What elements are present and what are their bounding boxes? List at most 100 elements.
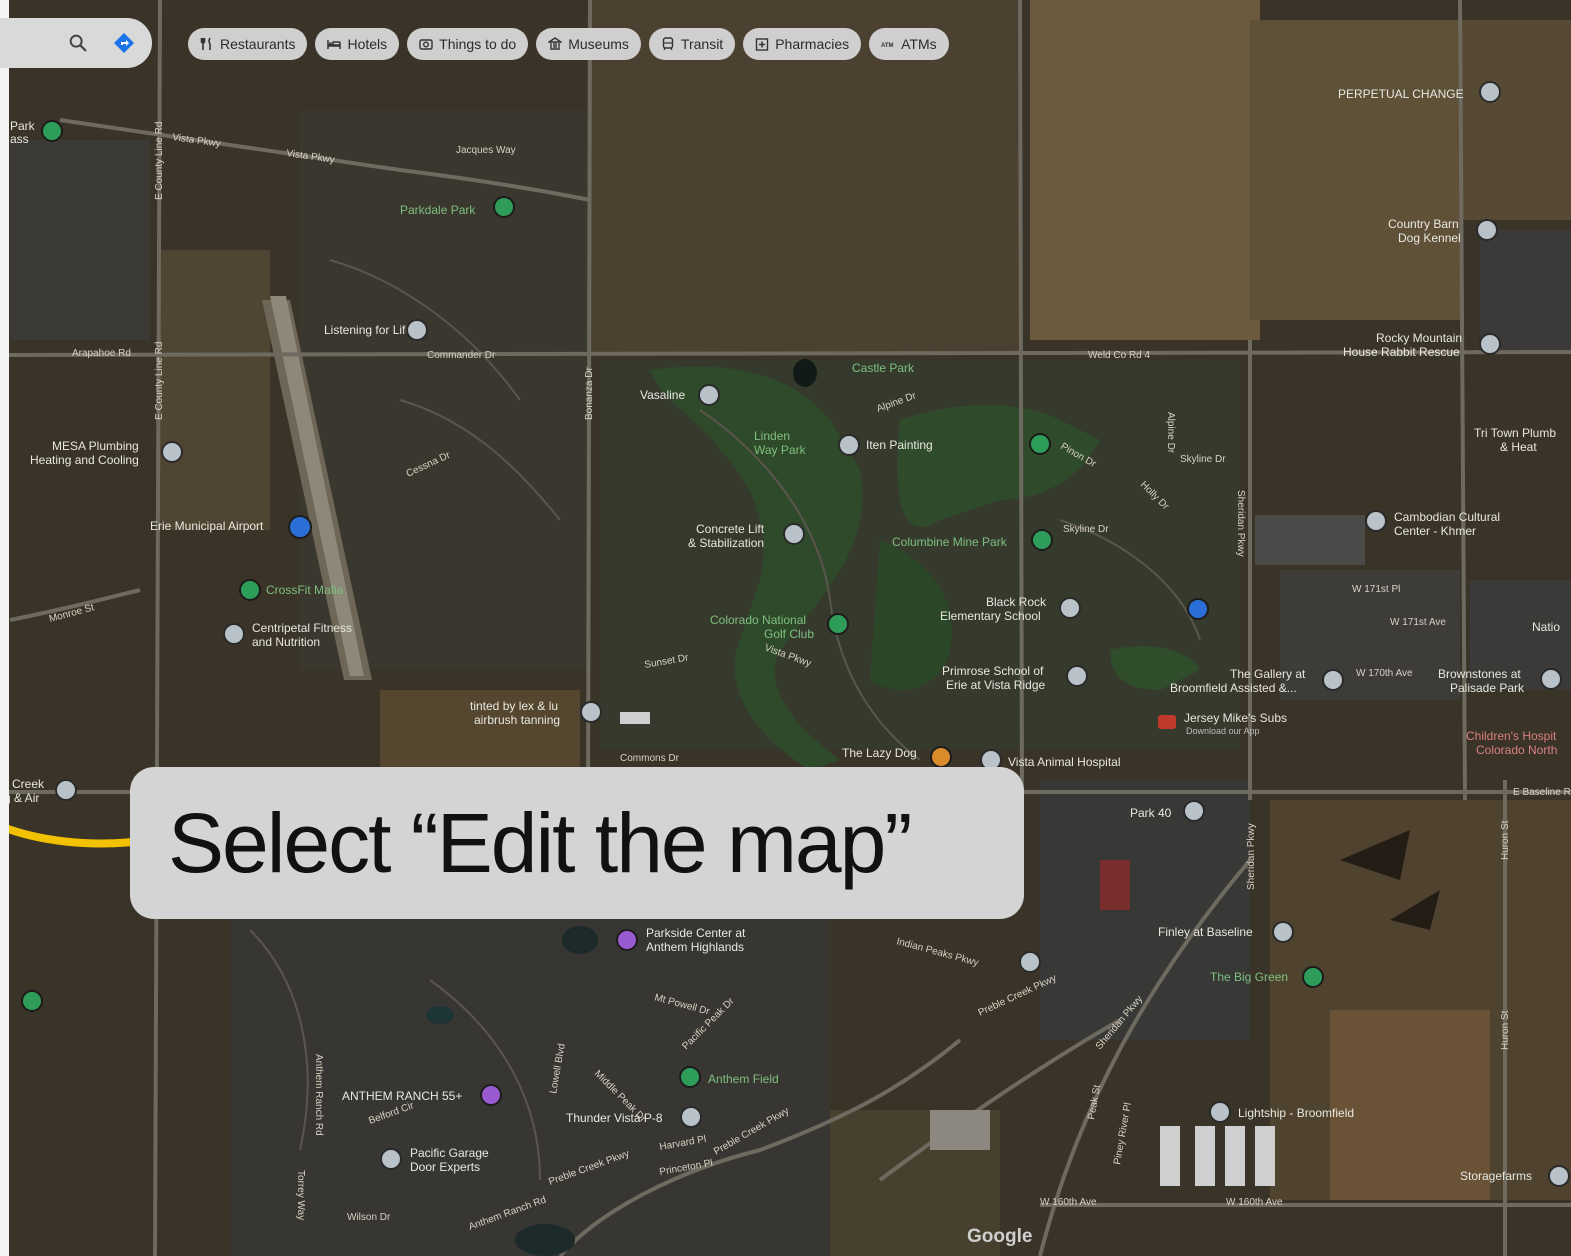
svg-text:g & Air: g & Air xyxy=(4,791,39,805)
svg-text:Sheridan Pkwy: Sheridan Pkwy xyxy=(1235,490,1246,557)
google-attribution: Google xyxy=(967,1226,1033,1247)
search-icon[interactable] xyxy=(66,31,90,55)
chip-museums[interactable]: Museums xyxy=(536,28,641,60)
svg-text:Skyline Dr: Skyline Dr xyxy=(1063,524,1109,535)
svg-text:Sheridan Pkwy: Sheridan Pkwy xyxy=(1246,823,1257,890)
svg-text:Vasaline: Vasaline xyxy=(640,388,685,402)
svg-text:Tri Town Plumb: Tri Town Plumb xyxy=(1474,426,1556,440)
svg-text:Country Barn: Country Barn xyxy=(1388,217,1459,231)
svg-text:and Nutrition: and Nutrition xyxy=(252,635,320,649)
svg-text:Storagefarms: Storagefarms xyxy=(1460,1169,1532,1183)
page-frame xyxy=(0,0,9,1256)
directions-icon[interactable] xyxy=(112,31,136,55)
svg-text:Golf Club: Golf Club xyxy=(764,627,814,641)
svg-text:Listening for Life: Listening for Life xyxy=(324,323,412,337)
svg-text:Finley at Baseline: Finley at Baseline xyxy=(1158,925,1253,939)
svg-text:W 160th Ave: W 160th Ave xyxy=(1040,1197,1097,1208)
svg-text:Arapahoe Rd: Arapahoe Rd xyxy=(72,348,131,359)
svg-text:E County Line Rd: E County Line Rd xyxy=(154,342,165,420)
atm-icon: ATM xyxy=(881,43,894,49)
svg-text:Door Experts: Door Experts xyxy=(410,1160,480,1174)
svg-text:ATM: ATM xyxy=(881,43,894,49)
bed-icon xyxy=(327,40,342,49)
svg-text:Weld Co Rd 4: Weld Co Rd 4 xyxy=(1088,350,1151,361)
train-icon xyxy=(662,37,674,51)
camera-icon xyxy=(419,39,433,50)
svg-text:House Rabbit Rescue: House Rabbit Rescue xyxy=(1343,345,1460,359)
svg-text:tinted by lex & lu: tinted by lex & lu xyxy=(470,699,558,713)
svg-text:Download our App: Download our App xyxy=(1186,726,1260,736)
svg-text:Jersey Mike's Subs: Jersey Mike's Subs xyxy=(1184,711,1287,725)
svg-text:The Lazy Dog: The Lazy Dog xyxy=(842,746,917,760)
svg-text:& Heat: & Heat xyxy=(1500,440,1537,454)
svg-text:Parkdale Park: Parkdale Park xyxy=(400,203,476,217)
svg-text:The Gallery at: The Gallery at xyxy=(1230,667,1306,681)
svg-text:Heating and Cooling: Heating and Cooling xyxy=(30,453,139,467)
svg-text:Lightship - Broomfield: Lightship - Broomfield xyxy=(1238,1106,1354,1120)
svg-text:Anthem Field: Anthem Field xyxy=(708,1072,779,1086)
svg-text:Natio: Natio xyxy=(1532,620,1560,634)
svg-text:Dog Kennel: Dog Kennel xyxy=(1398,231,1461,245)
chip-hotels[interactable]: Hotels xyxy=(315,28,400,60)
chip-label: Pharmacies xyxy=(775,36,850,52)
chip-label: Museums xyxy=(568,36,629,52)
svg-text:Commander Dr: Commander Dr xyxy=(427,350,496,361)
svg-text:Erie Municipal Airport: Erie Municipal Airport xyxy=(150,519,264,533)
svg-text:airbrush tanning: airbrush tanning xyxy=(474,713,560,727)
svg-text:ANTHEM RANCH 55+: ANTHEM RANCH 55+ xyxy=(342,1089,462,1103)
svg-text:Concrete Lift: Concrete Lift xyxy=(696,522,765,536)
svg-text:Iten Painting: Iten Painting xyxy=(866,438,933,452)
svg-text:Anthem Highlands: Anthem Highlands xyxy=(646,940,744,954)
svg-text:Park: Park xyxy=(10,119,36,133)
svg-text:Linden: Linden xyxy=(754,429,790,443)
svg-text:Cambodian Cultural: Cambodian Cultural xyxy=(1394,510,1500,524)
svg-text:E County Line Rd: E County Line Rd xyxy=(154,122,165,200)
svg-text:The Big Green: The Big Green xyxy=(1210,970,1288,984)
svg-text:Bonanza Dr: Bonanza Dr xyxy=(584,367,595,420)
svg-text:W 171st Pl: W 171st Pl xyxy=(1352,584,1400,595)
svg-text:Colorado North: Colorado North xyxy=(1476,743,1557,757)
chip-transit[interactable]: Transit xyxy=(648,28,736,60)
chip-label: Transit xyxy=(680,36,724,52)
svg-text:Torrey Way: Torrey Way xyxy=(295,1170,306,1220)
svg-text:Elementary School: Elementary School xyxy=(940,609,1041,623)
svg-text:CrossFit Mafia: CrossFit Mafia xyxy=(266,583,344,597)
svg-text:Vista Animal Hospital: Vista Animal Hospital xyxy=(1008,755,1121,769)
svg-text:W 170th Ave: W 170th Ave xyxy=(1356,668,1413,679)
svg-text:Rocky Mountain: Rocky Mountain xyxy=(1376,331,1462,345)
svg-text:Thunder Vista P-8: Thunder Vista P-8 xyxy=(566,1111,663,1125)
svg-text:Way Park: Way Park xyxy=(754,443,807,457)
svg-text:Black Rock: Black Rock xyxy=(986,595,1047,609)
svg-text:Erie at Vista Ridge: Erie at Vista Ridge xyxy=(946,678,1045,692)
svg-text:W 160th Ave: W 160th Ave xyxy=(1226,1197,1283,1208)
svg-text:Centripetal Fitness: Centripetal Fitness xyxy=(252,621,352,635)
svg-text:Palisade Park: Palisade Park xyxy=(1450,681,1525,695)
svg-text:Broomfield Assisted &...: Broomfield Assisted &... xyxy=(1170,681,1297,695)
svg-text:Jacques Way: Jacques Way xyxy=(456,145,516,156)
svg-text:ass: ass xyxy=(10,132,29,146)
svg-text:Primrose School of: Primrose School of xyxy=(942,664,1044,678)
chip-pharmacies[interactable]: Pharmacies xyxy=(743,28,862,60)
chip-atms[interactable]: ATM ATMs xyxy=(869,28,949,60)
satellite-map[interactable]: Vista Pkwy Vista Pkwy Jacques Way E Coun… xyxy=(0,0,1571,1256)
chip-label: Things to do xyxy=(439,36,517,52)
chip-restaurants[interactable]: Restaurants xyxy=(188,28,308,60)
svg-text:Huron St: Huron St xyxy=(1500,1010,1511,1050)
svg-text:Skyline Dr: Skyline Dr xyxy=(1180,454,1226,465)
search-bar[interactable] xyxy=(0,18,152,68)
svg-text:PERPETUAL CHANGE: PERPETUAL CHANGE xyxy=(1338,87,1464,101)
svg-text:Castle Park: Castle Park xyxy=(852,361,915,375)
svg-text:Pacific Garage: Pacific Garage xyxy=(410,1146,489,1160)
svg-text:Children's Hospit: Children's Hospit xyxy=(1466,729,1557,743)
svg-text:Commons Dr: Commons Dr xyxy=(620,753,680,764)
chip-label: Hotels xyxy=(347,36,388,52)
svg-text:Wilson Dr: Wilson Dr xyxy=(347,1212,391,1223)
svg-text:Center - Khmer: Center - Khmer xyxy=(1394,524,1476,538)
chip-things-to-do[interactable]: Things to do xyxy=(407,28,529,60)
chip-label: Restaurants xyxy=(220,36,296,52)
svg-text:Anthem Ranch Rd: Anthem Ranch Rd xyxy=(313,1054,324,1136)
chip-label: ATMs xyxy=(901,36,937,52)
svg-text:E Baseline Rd: E Baseline Rd xyxy=(1513,787,1571,798)
museum-icon xyxy=(548,37,563,50)
svg-text:Huron St: Huron St xyxy=(1500,820,1511,860)
